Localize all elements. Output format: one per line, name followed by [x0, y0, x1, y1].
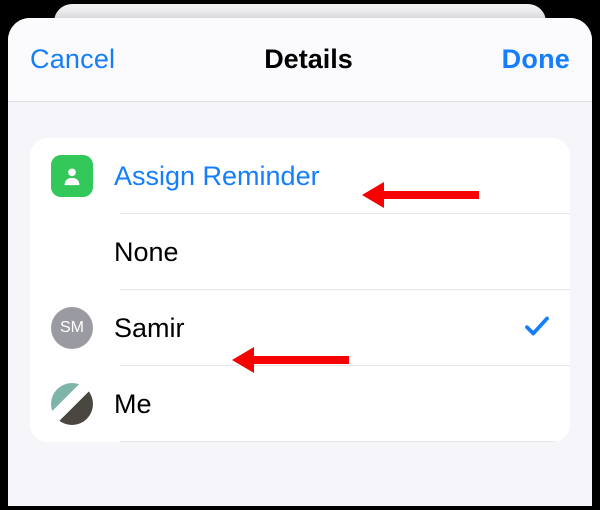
cancel-button[interactable]: Cancel	[30, 44, 115, 75]
assignee-none-row[interactable]: None	[30, 214, 570, 290]
assignee-samir-label: Samir	[114, 313, 522, 344]
avatar-initials: SM	[60, 319, 84, 337]
page-title: Details	[264, 44, 353, 75]
avatar-me	[51, 383, 93, 425]
done-button[interactable]: Done	[502, 44, 570, 75]
content-area: Assign Reminder None SM Samir	[8, 102, 592, 442]
annotation-arrow-samir	[241, 356, 349, 364]
person-silhouette-icon	[61, 165, 83, 187]
assign-reminder-label: Assign Reminder	[114, 161, 552, 192]
person-icon	[51, 155, 93, 197]
avatar-samir: SM	[51, 307, 93, 349]
assignee-me-row[interactable]: Me	[30, 366, 570, 442]
annotation-arrow-assign	[371, 191, 479, 199]
details-sheet: Cancel Details Done Assign Reminder	[8, 18, 592, 506]
checkmark-icon	[522, 311, 552, 346]
assignee-none-label: None	[114, 237, 552, 268]
assign-card: Assign Reminder None SM Samir	[30, 138, 570, 442]
assignee-samir-row[interactable]: SM Samir	[30, 290, 570, 366]
navbar: Cancel Details Done	[8, 18, 592, 102]
assign-reminder-row[interactable]: Assign Reminder	[30, 138, 570, 214]
assignee-me-label: Me	[114, 389, 552, 420]
